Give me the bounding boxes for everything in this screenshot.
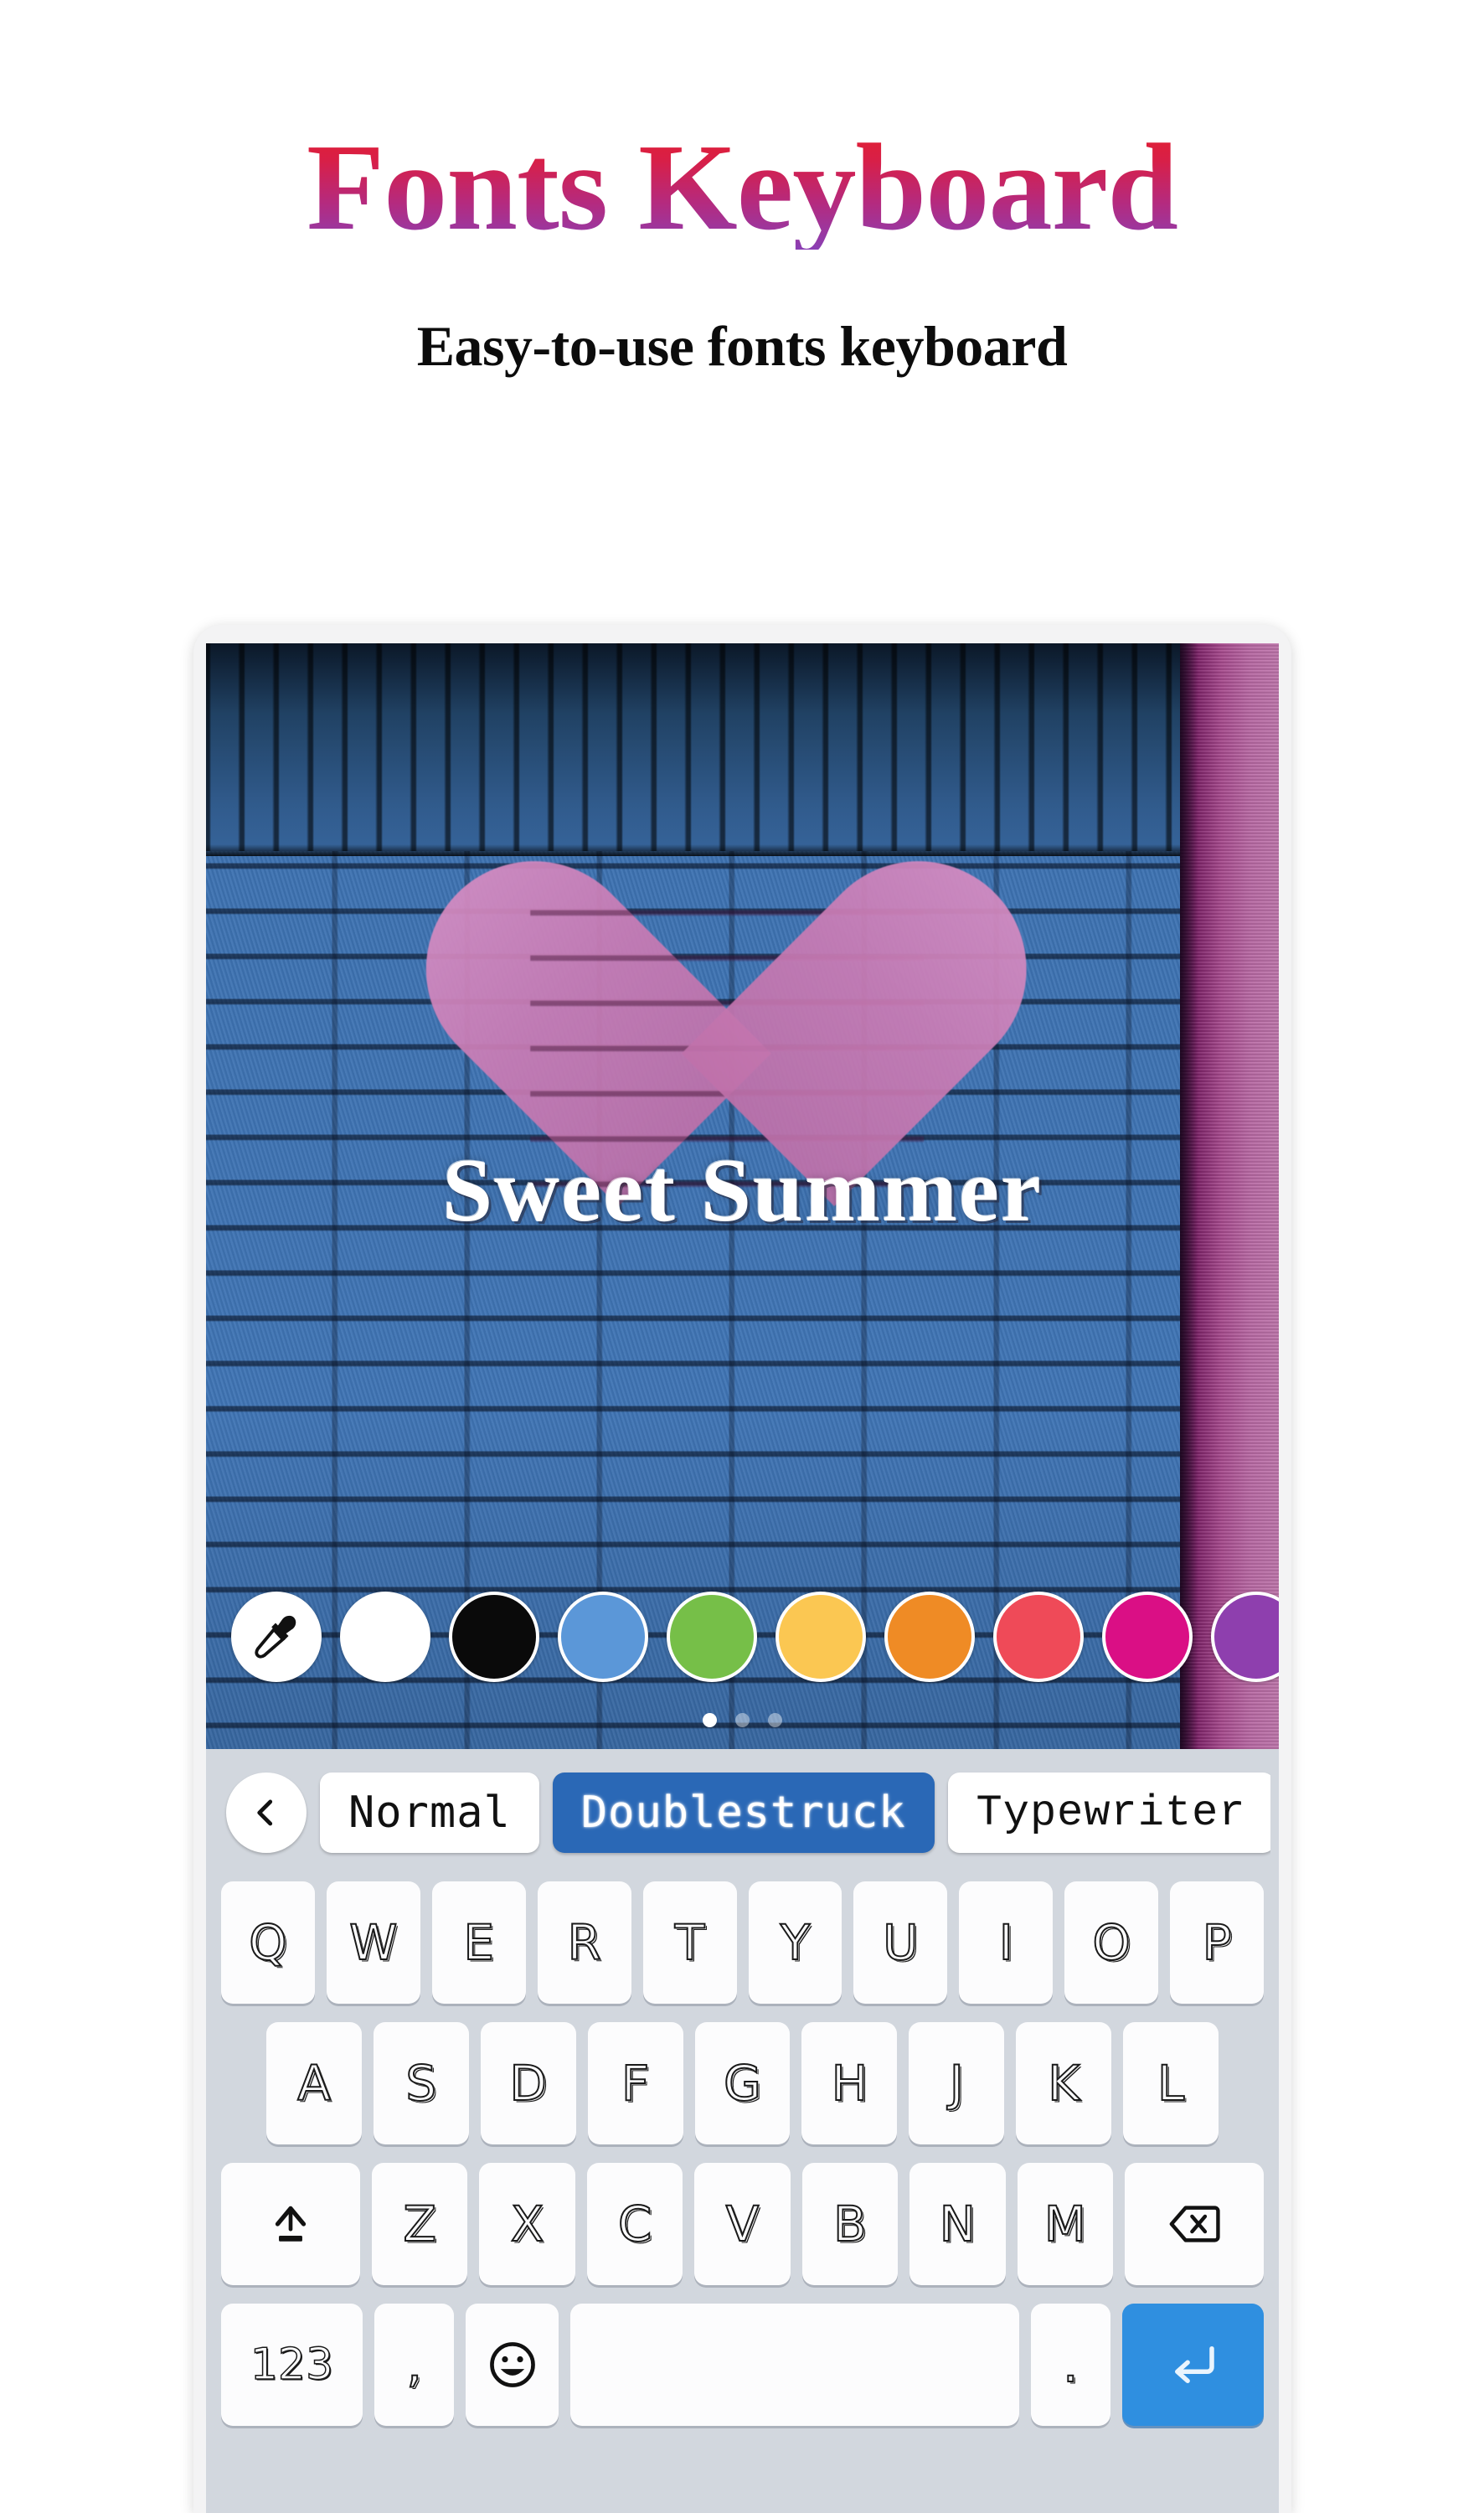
key-h[interactable]: H <box>801 2022 898 2144</box>
key-j[interactable]: J <box>909 2022 1005 2144</box>
color-swatch-row[interactable] <box>206 1592 1279 1682</box>
key-c[interactable]: C <box>586 2163 683 2285</box>
swatch-green[interactable] <box>667 1592 757 1682</box>
key-period[interactable]: . <box>1030 2304 1111 2426</box>
key-n[interactable]: N <box>909 2163 1006 2285</box>
swatch-black[interactable] <box>449 1592 539 1682</box>
phone-frame: Sweet Summer Normal Doublestruck Typewri… <box>193 625 1291 2513</box>
key-r[interactable]: R <box>537 1881 631 2004</box>
page-dot-3[interactable] <box>768 1713 782 1727</box>
key-a[interactable]: A <box>266 2022 362 2144</box>
key-w[interactable]: W <box>326 1881 420 2004</box>
promo-header: Fonts Keyboard Easy-to-use fonts keyboar… <box>0 0 1484 379</box>
keyboard: Normal Doublestruck Typewriter Q W E R T… <box>206 1749 1279 2513</box>
key-u[interactable]: U <box>853 1881 948 2004</box>
emoji-smiley-icon <box>489 2342 535 2387</box>
key-z[interactable]: Z <box>371 2163 468 2285</box>
swatch-magenta[interactable] <box>1102 1592 1193 1682</box>
key-f[interactable]: F <box>587 2022 683 2144</box>
key-t[interactable]: T <box>642 1881 737 2004</box>
key-b[interactable]: B <box>801 2163 899 2285</box>
key-v[interactable]: V <box>694 2163 791 2285</box>
page-subtitle: Easy-to-use fonts keyboard <box>416 314 1068 378</box>
font-chip-typewriter[interactable]: Typewriter <box>947 1773 1270 1853</box>
font-chip-normal[interactable]: Normal <box>320 1773 539 1853</box>
key-y[interactable]: Y <box>748 1881 842 2004</box>
keyboard-row-3: Z X C V B N M <box>214 2163 1270 2285</box>
page-dot-1[interactable] <box>703 1713 717 1727</box>
phone-mockup: Sweet Summer Normal Doublestruck Typewri… <box>193 625 1291 2513</box>
chevron-left-icon <box>257 1799 273 1826</box>
swatch-purple[interactable] <box>1211 1592 1279 1682</box>
key-e[interactable]: E <box>431 1881 526 2004</box>
key-i[interactable]: I <box>959 1881 1054 2004</box>
font-chip-doublestruck[interactable]: Doublestruck <box>552 1773 935 1853</box>
page-title: Fonts Keyboard <box>0 126 1484 250</box>
key-m[interactable]: M <box>1017 2163 1114 2285</box>
key-shift[interactable] <box>221 2163 360 2285</box>
key-p[interactable]: P <box>1170 1881 1265 2004</box>
enter-return-icon <box>1174 2346 1214 2383</box>
page-dot-2[interactable] <box>735 1713 750 1727</box>
font-style-row[interactable]: Normal Doublestruck Typewriter <box>214 1762 1270 1863</box>
key-k[interactable]: K <box>1016 2022 1112 2144</box>
key-numeric-label: 123 <box>250 2339 334 2391</box>
swatch-eyedropper[interactable] <box>231 1592 322 1682</box>
swatch-orange[interactable] <box>884 1592 975 1682</box>
keyboard-row-2: A S D F G H J K L <box>214 2022 1270 2144</box>
overlay-text[interactable]: Sweet Summer <box>206 1139 1279 1243</box>
key-l[interactable]: L <box>1123 2022 1219 2144</box>
key-s[interactable]: S <box>373 2022 469 2144</box>
page-indicator <box>206 1713 1279 1727</box>
key-q[interactable]: Q <box>220 1881 315 2004</box>
swatch-red[interactable] <box>993 1592 1084 1682</box>
phone-screen: Sweet Summer Normal Doublestruck Typewri… <box>206 643 1279 2513</box>
key-g[interactable]: G <box>694 2022 791 2144</box>
key-o[interactable]: O <box>1064 1881 1159 2004</box>
key-numeric-toggle[interactable]: 123 <box>221 2304 363 2426</box>
shift-up-icon <box>275 2206 307 2242</box>
wall-top-band <box>206 643 1279 856</box>
swatch-yellow[interactable] <box>775 1592 866 1682</box>
key-d[interactable]: D <box>480 2022 576 2144</box>
key-comma[interactable]: , <box>374 2304 455 2426</box>
key-space[interactable] <box>569 2304 1019 2426</box>
font-row-back-button[interactable] <box>226 1773 307 1853</box>
image-canvas[interactable]: Sweet Summer <box>206 643 1279 1749</box>
backspace-icon <box>1169 2206 1220 2242</box>
key-backspace[interactable] <box>1125 2163 1264 2285</box>
keyboard-row-4: 123 , . <box>214 2304 1270 2426</box>
key-emoji[interactable] <box>466 2304 559 2426</box>
key-x[interactable]: X <box>479 2163 575 2285</box>
swatch-white[interactable] <box>340 1592 430 1682</box>
swatch-blue[interactable] <box>558 1592 648 1682</box>
keyboard-row-1: Q W E R T Y U I O P <box>214 1881 1270 2004</box>
key-enter[interactable] <box>1122 2304 1264 2426</box>
eyedropper-icon <box>255 1615 296 1659</box>
